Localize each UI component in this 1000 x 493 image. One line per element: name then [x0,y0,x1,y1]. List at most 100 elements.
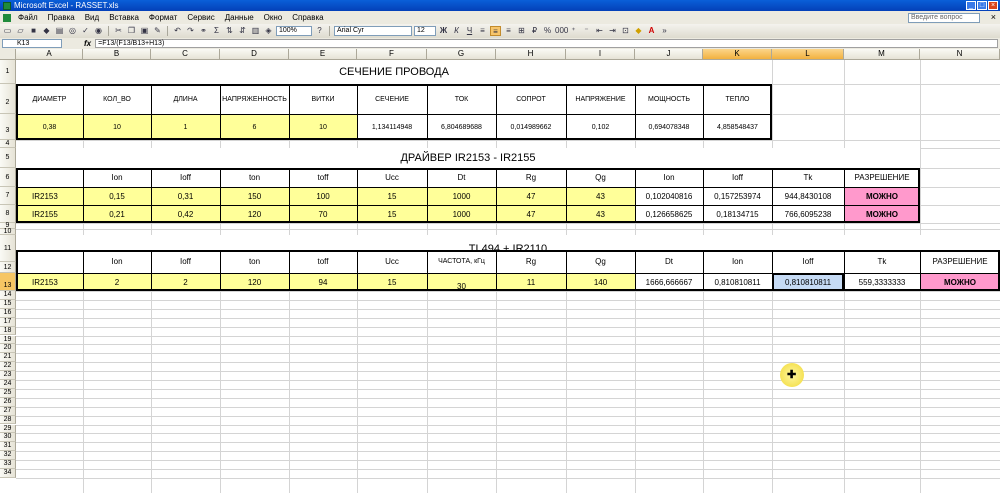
section2-data-cell[interactable]: 0,42 [151,205,220,223]
section1-value-cell[interactable]: 6,804689688 [427,114,496,140]
hyperlink-icon[interactable]: ⚭ [198,26,209,36]
section3-data-cell[interactable]: 120 [220,273,289,291]
column-header-l[interactable]: L [772,49,844,60]
row-header-7[interactable]: 7 [0,187,16,205]
percent-icon[interactable]: % [542,26,553,36]
section2-data-cell[interactable]: 70 [289,205,357,223]
undo-icon[interactable]: ↶ [172,26,183,36]
column-header-h[interactable]: H [496,49,566,60]
section2-header-cell[interactable]: Ioff [151,168,220,187]
toolbar-options-icon[interactable]: » [659,26,670,36]
column-header-c[interactable]: C [151,49,220,60]
name-box[interactable]: K13 [2,39,62,48]
row-header-14[interactable]: 14 [0,291,16,300]
section2-data-cell[interactable]: 766,6095238 [772,205,844,223]
spelling-icon[interactable]: ✓ [80,26,91,36]
section3-header-cell[interactable]: Ioff [772,250,844,273]
maximize-button[interactable]: □ [977,1,987,10]
section1-header-cell[interactable]: НАПРЯЖЕННОСТЬ [220,84,289,114]
section3-data-cell[interactable]: МОЖНО [920,273,1000,291]
section1-header-cell[interactable]: ВИТКИ [289,84,357,114]
section2-header-cell[interactable]: Ion [635,168,703,187]
section1-header-cell[interactable]: КОЛ_ВО [83,84,151,114]
section3-data-cell[interactable]: 140 [566,273,635,291]
align-right-icon[interactable]: ≡ [503,26,514,36]
thousands-icon[interactable]: 000 [555,26,568,36]
row-header-17[interactable]: 17 [0,317,16,327]
close-workbook-icon[interactable]: × [991,12,996,22]
row-header-11[interactable]: 11 [0,235,16,262]
section1-header-cell[interactable]: ДИАМЕТР [16,84,83,114]
section2-data-cell[interactable]: 0,126658625 [635,205,703,223]
column-header-n[interactable]: N [920,49,1000,60]
italic-icon[interactable]: К [451,26,462,36]
section1-header-cell[interactable]: СЕЧЕНИЕ [357,84,427,114]
section3-header-cell[interactable]: toff [289,250,357,273]
copy-icon[interactable]: ❐ [126,26,137,36]
section2-data-cell[interactable]: 1000 [427,205,496,223]
redo-icon[interactable]: ↷ [185,26,196,36]
row-header-16[interactable]: 16 [0,308,16,318]
row-header-3[interactable]: 3 [0,114,16,140]
new-icon[interactable]: ▭ [2,26,13,36]
autosum-icon[interactable]: Σ [211,26,222,36]
align-left-icon[interactable]: ≡ [477,26,488,36]
column-header-e[interactable]: E [289,49,357,60]
menu-edit[interactable]: Правка [43,13,80,22]
section2-data-cell[interactable]: 0,15 [83,187,151,205]
section3-data-cell[interactable]: 0,810810811 [703,273,772,291]
section2-title[interactable]: ДРАЙВЕР IR2153 - IR2155 [16,148,920,168]
column-header-g[interactable]: G [427,49,496,60]
section2-data-cell[interactable]: МОЖНО [844,205,920,223]
section2-data-cell[interactable]: IR2155 [16,205,83,223]
section3-header-cell[interactable]: Tk [844,250,920,273]
row-header-5[interactable]: 5 [0,148,16,168]
row-header-8[interactable]: 8 [0,205,16,223]
row-header-29[interactable]: 29 [0,424,16,434]
row-header-6[interactable]: 6 [0,168,16,187]
section2-data-cell[interactable]: 0,102040816 [635,187,703,205]
section2-header-cell[interactable]: toff [289,168,357,187]
column-header-f[interactable]: F [357,49,427,60]
paste-icon[interactable]: ▣ [139,26,150,36]
formula-input[interactable]: =F13/(F13/B13+H13) [95,39,998,48]
font-size-select[interactable]: 12 [414,26,436,36]
chart-icon[interactable]: ▥ [250,26,261,36]
zoom-select[interactable]: 100% [276,26,312,36]
column-header-a[interactable]: A [16,49,83,60]
section3-data-cell[interactable]: 15 [357,273,427,291]
print-icon[interactable]: ▤ [54,26,65,36]
section2-data-cell[interactable]: 0,31 [151,187,220,205]
row-header-18[interactable]: 18 [0,326,16,336]
row-header-22[interactable]: 22 [0,362,16,372]
menu-help[interactable]: Справка [287,13,328,22]
close-button[interactable]: × [988,1,998,10]
section2-data-cell[interactable]: 15 [357,205,427,223]
section3-header-cell[interactable]: Ucc [357,250,427,273]
section2-data-cell[interactable]: 43 [566,205,635,223]
section2-data-cell[interactable]: 944,8430108 [772,187,844,205]
section1-value-cell[interactable]: 10 [83,114,151,140]
section2-header-cell[interactable]: Ioff [703,168,772,187]
row-header-28[interactable]: 28 [0,415,16,425]
section1-value-cell[interactable]: 0,102 [566,114,635,140]
section1-header-cell[interactable]: СОПРОТ [496,84,566,114]
menu-view[interactable]: Вид [80,13,104,22]
row-header-34[interactable]: 34 [0,469,16,478]
row-header-20[interactable]: 20 [0,344,16,354]
section3-data-cell[interactable]: 94 [289,273,357,291]
section1-value-cell[interactable]: 0,694078348 [635,114,703,140]
section2-data-cell[interactable]: 43 [566,187,635,205]
section2-data-cell[interactable]: 120 [220,205,289,223]
section1-value-cell[interactable]: 4,858548437 [703,114,772,140]
underline-icon[interactable]: Ч [464,26,475,36]
drawing-icon[interactable]: ◈ [263,26,274,36]
row-header-19[interactable]: 19 [0,335,16,345]
section2-data-cell[interactable]: 0,18134715 [703,205,772,223]
section2-header-cell[interactable]: ton [220,168,289,187]
minimize-button[interactable]: _ [966,1,976,10]
column-header-j[interactable]: J [635,49,703,60]
function-icon[interactable]: fx [84,39,91,48]
row-header-31[interactable]: 31 [0,442,16,452]
increase-indent-icon[interactable]: ⇥ [607,26,618,36]
